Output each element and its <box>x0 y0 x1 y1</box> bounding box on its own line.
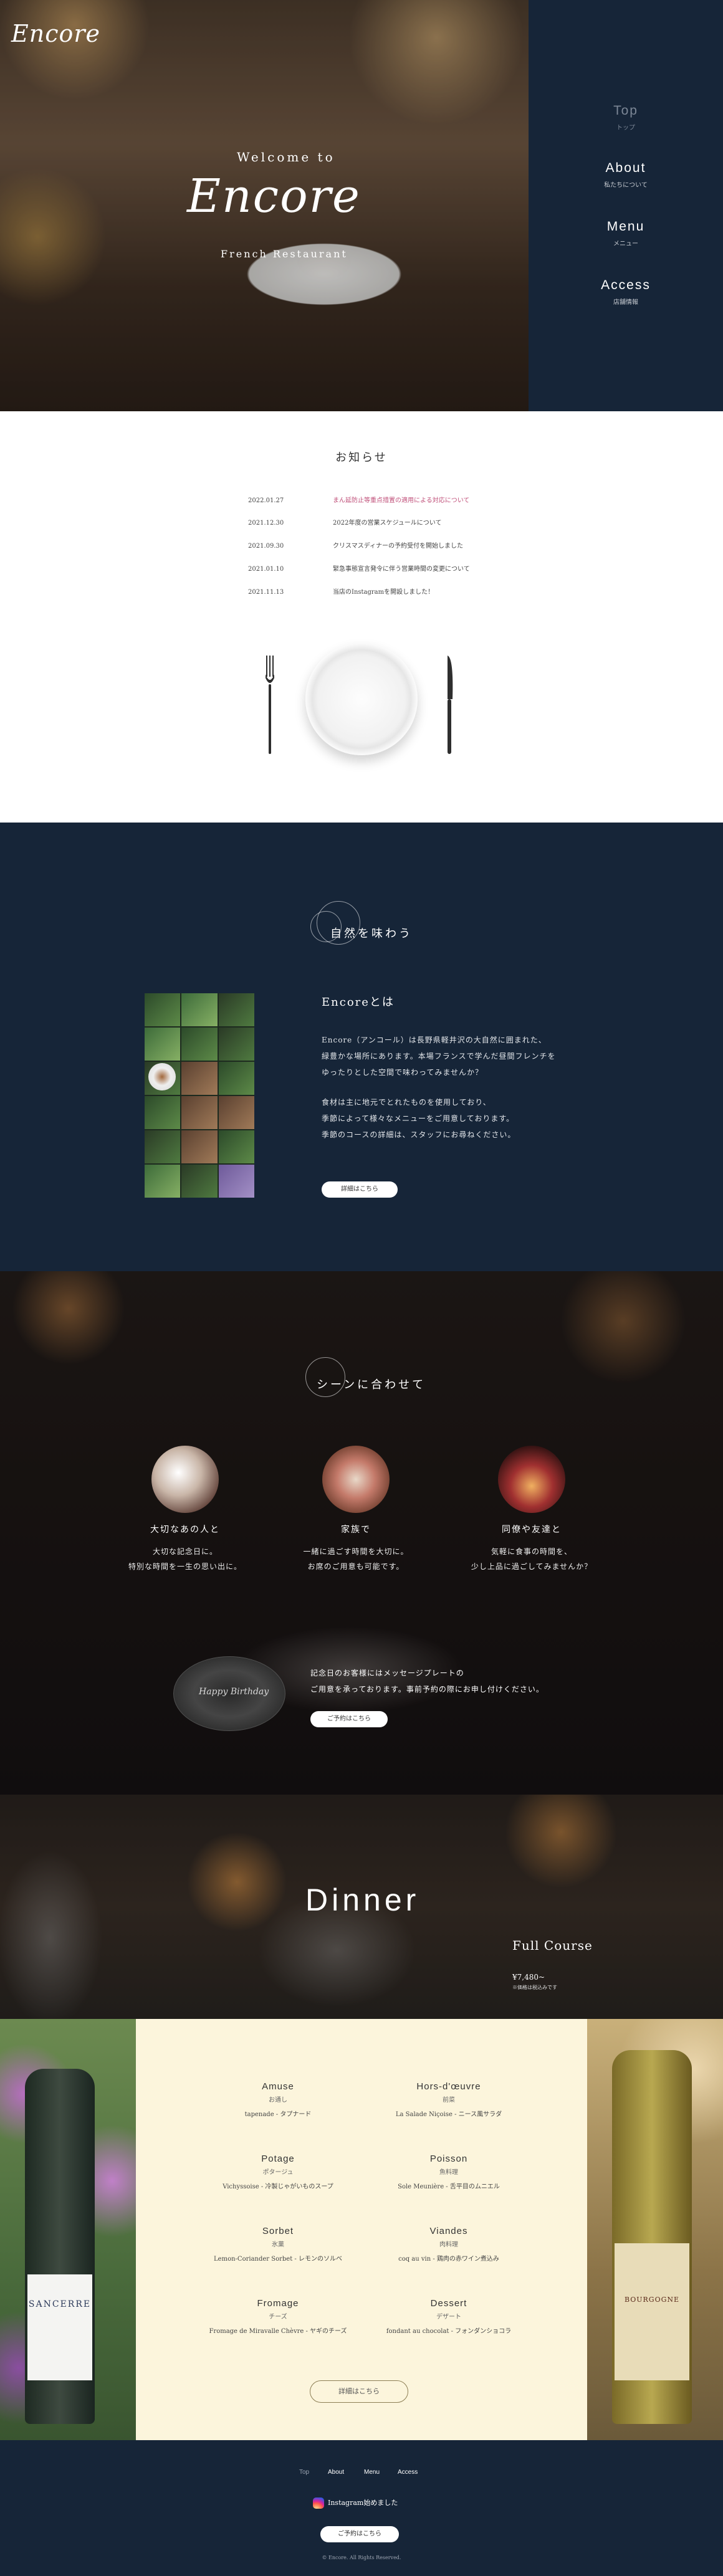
scene-card-title: 大切なあの人と <box>150 1525 220 1535</box>
news-heading: お知らせ <box>335 451 388 464</box>
footer-nav-menu[interactable]: Menu <box>364 2469 380 2476</box>
scene-card-friends: 同僚や友達と 気軽に食事の時間を、 少し上品に過ごしてみませんか？ <box>454 1446 610 1574</box>
nav-about-label: About <box>605 161 646 175</box>
scene-card-family: 家族で 一緒に過ごす時間を大切に。 お席のご用意も可能です。 <box>278 1446 434 1574</box>
hero-welcome: Welcome to <box>237 150 335 165</box>
instagram-link[interactable]: Instagram始めました <box>313 2497 398 2509</box>
news-item[interactable]: 2022.01.27 まん延防止等重点措置の適用による対応について <box>248 495 510 504</box>
news-date: 2021.09.30 <box>248 543 284 550</box>
nav-access-sub: 店舗情報 <box>613 299 638 306</box>
hero-title: Encore <box>187 169 361 223</box>
course-price: ¥7,480~ <box>512 1973 545 1982</box>
news-date: 2021.01.10 <box>248 566 284 573</box>
dish-photo <box>148 1063 176 1090</box>
footer-nav-top[interactable]: Top <box>299 2469 309 2476</box>
course-name: Full Course <box>512 1938 593 1953</box>
wine-photo-left: SANCERRE <box>0 2019 136 2440</box>
menu-section: SANCERRE BOURGOGNE Amuse お通し tapenade - タプ… <box>0 2019 723 2440</box>
news-item[interactable]: 2021.09.30 クリスマスディナーの予約受付を開始しました <box>248 540 510 550</box>
nav-about[interactable]: About 私たちについて <box>529 161 723 189</box>
nav-top-sub: トップ <box>616 125 635 131</box>
family-photo <box>322 1446 390 1513</box>
nav-top-label: Top <box>613 103 638 118</box>
course-hors-doeuvre: Hors-d'œuvre 前菜 La Salade Niçoise - ニース風サラ… <box>395 2081 502 2118</box>
message-plate-image: Happy Birthday <box>173 1656 285 1731</box>
wine-label: BOURGOGNE <box>615 2243 689 2380</box>
about-paragraph-1: Encore（アンコール）は長野県軽井沢の大自然に囲まれた、 緑豊かな場所にありま… <box>322 1036 556 1077</box>
knife-icon <box>448 656 453 754</box>
about-section: 自然を味わう Encoreとは Encore（アンコール）は長野県軽井沢の大自然… <box>0 823 723 1271</box>
scene-card-title: 家族で <box>341 1525 371 1535</box>
nav-about-sub: 私たちについて <box>604 182 648 189</box>
news-item[interactable]: 2021.11.13 当店のInstagramを開設しました！ <box>248 586 510 596</box>
reserve-button[interactable]: ご予約はこちら <box>310 1711 388 1727</box>
instagram-icon <box>313 2497 324 2509</box>
news-title: 2022年度の営業スケジュールについて <box>333 520 442 527</box>
scene-card-text: 大切な記念日に。 特別な時間を一生の思い出に。 <box>128 1547 242 1571</box>
wine-photo-right: BOURGOGNE <box>587 2019 723 2440</box>
scene-card-title: 同僚や友達と <box>502 1525 562 1535</box>
dinner-title: Dinner <box>305 1882 420 1917</box>
plate-image <box>305 643 418 755</box>
course-sorbet: Sorbet 氷菓 Lemon-Coriander Sorbet - レモンのソルベ <box>214 2226 342 2263</box>
nature-collage <box>145 993 254 1198</box>
nav-access[interactable]: Access 店舗情報 <box>529 278 723 306</box>
about-title: 自然を味わう <box>330 927 413 940</box>
news-date: 2022.01.27 <box>248 497 284 504</box>
hero-section: Encore Welcome to Encore French Restaura… <box>0 0 723 411</box>
footer: Top About Menu Access Instagram始めました ご予約… <box>0 2440 723 2576</box>
site-logo[interactable]: Encore <box>11 20 100 47</box>
couple-photo <box>151 1446 219 1513</box>
dinner-section: Dinner Full Course ¥7,480~ ※価格は税込みです <box>0 1795 723 2019</box>
scene-title: シーンに合わせて <box>317 1378 426 1391</box>
friends-photo <box>498 1446 565 1513</box>
scene-card-text: 一緒に過ごす時間を大切に。 お席のご用意も可能です。 <box>303 1547 409 1571</box>
course-potage: Potage ポタージュ Vichyssoise - 冷製じゃがいものスープ <box>223 2154 333 2190</box>
fork-icon <box>266 656 274 754</box>
news-date: 2021.12.30 <box>248 520 284 527</box>
footer-reserve-button[interactable]: ご予約はこちら <box>320 2526 399 2542</box>
about-paragraph-2: 食材は主に地元でとれたものを使用しており、 季節によって様々なメニューをご用意して… <box>322 1098 516 1139</box>
news-title: クリスマスディナーの予約受付を開始しました <box>333 543 463 550</box>
news-section: お知らせ 2022.01.27 まん延防止等重点措置の適用による対応について 20… <box>0 411 723 823</box>
course-amuse: Amuse お通し tapenade - タプナード <box>244 2081 312 2118</box>
course-poisson: Poisson 魚料理 Sole Meunière - 舌平目のムニエル <box>398 2154 500 2190</box>
nav-menu-label: Menu <box>606 219 645 234</box>
course-fromage: Fromage チーズ Fromage de Miravalle Chèvre - … <box>209 2298 347 2335</box>
scene-section: シーンに合わせて 大切なあの人と 大切な記念日に。 特別な時間を一生の思い出に。 … <box>0 1271 723 1795</box>
nav-menu[interactable]: Menu メニュー <box>529 219 723 247</box>
hero-tagline: French Restaurant <box>221 248 348 260</box>
instagram-text: Instagram始めました <box>328 2499 398 2507</box>
message-plate-text: Happy Birthday <box>199 1687 269 1697</box>
news-item[interactable]: 2021.12.30 2022年度の営業スケジュールについて <box>248 517 510 527</box>
nav-access-label: Access <box>601 278 651 292</box>
wine-label: SANCERRE <box>27 2274 92 2380</box>
about-heading: Encoreとは <box>322 996 395 1009</box>
news-title: まん延防止等重点措置の適用による対応について <box>333 497 470 504</box>
about-detail-button[interactable]: 詳細はこちら <box>322 1181 398 1198</box>
course-dessert: Dessert デザート fondant au chocolat - フォンダンショ… <box>386 2298 512 2335</box>
scene-card-couple: 大切なあの人と 大切な記念日に。 特別な時間を一生の思い出に。 <box>107 1446 263 1574</box>
copyright: © Encore. All Rights Reserved. <box>322 2555 401 2560</box>
scene-card-text: 気軽に食事の時間を、 少し上品に過ごしてみませんか？ <box>471 1547 593 1571</box>
news-item[interactable]: 2021.01.10 緊急事態宣言発令に伴う営業時間の変更について <box>248 563 510 573</box>
nav-menu-sub: メニュー <box>613 241 638 247</box>
news-title: 当店のInstagramを開設しました！ <box>333 589 434 596</box>
footer-nav-access[interactable]: Access <box>398 2469 418 2476</box>
main-nav: Top トップ About 私たちについて Menu メニュー Access 店… <box>529 0 723 411</box>
news-title: 緊急事態宣言発令に伴う営業時間の変更について <box>333 566 470 573</box>
menu-detail-button[interactable]: 詳細はこちら <box>310 2380 408 2403</box>
course-viandes: Viandes 肉料理 coq au vin - 鶏肉の赤ワイン煮込み <box>398 2226 499 2263</box>
news-date: 2021.11.13 <box>248 589 284 596</box>
nav-top[interactable]: Top トップ <box>529 103 723 131</box>
price-note: ※価格は税込みです <box>512 1985 557 1990</box>
scene-notice: 記念日のお客様にはメッセージプレートの ご用意を承っております。事前予約の際にお申… <box>310 1669 544 1694</box>
footer-nav-about[interactable]: About <box>328 2469 344 2476</box>
